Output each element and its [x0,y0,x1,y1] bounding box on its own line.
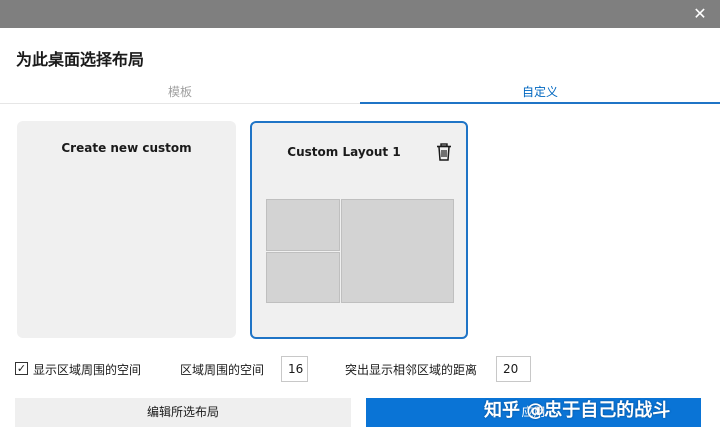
layout-preview [266,199,454,303]
tab-bar: 模板 自定义 [0,82,720,104]
create-new-custom-label: Create new custom [61,141,192,155]
custom-layout-title: Custom Layout 1 [287,145,401,159]
options-row: ✓ 显示区域周围的空间 区域周围的空间 16 突出显示相邻区域的距离 20 [0,355,720,383]
watermark: 知乎 @忠于自己的战斗 [484,400,671,421]
dialog-title: 为此桌面选择布局 [16,50,145,69]
trash-icon[interactable] [436,143,452,161]
layout-zone [341,199,454,303]
space-around-zones-label: 区域周围的空间 [180,363,265,377]
tab-templates[interactable]: 模板 [0,82,360,104]
close-button[interactable]: ✕ [690,4,710,24]
show-space-label: 显示区域周围的空间 [33,363,142,377]
tab-custom[interactable]: 自定义 [360,82,720,104]
checkmark-icon: ✓ [16,362,27,375]
layout-zone [266,252,340,303]
close-icon: ✕ [693,4,707,23]
layout-zone [266,199,340,251]
highlight-distance-input[interactable]: 20 [496,356,531,382]
space-around-zones-input[interactable]: 16 [281,356,308,382]
show-space-checkbox[interactable]: ✓ [15,362,28,375]
edit-layout-button[interactable]: 编辑所选布局 [15,398,351,427]
create-new-custom-card[interactable]: Create new custom [17,121,236,338]
title-bar: ✕ [0,0,720,28]
custom-layout-card[interactable]: Custom Layout 1 [250,121,468,339]
highlight-distance-label: 突出显示相邻区域的距离 [345,363,478,377]
